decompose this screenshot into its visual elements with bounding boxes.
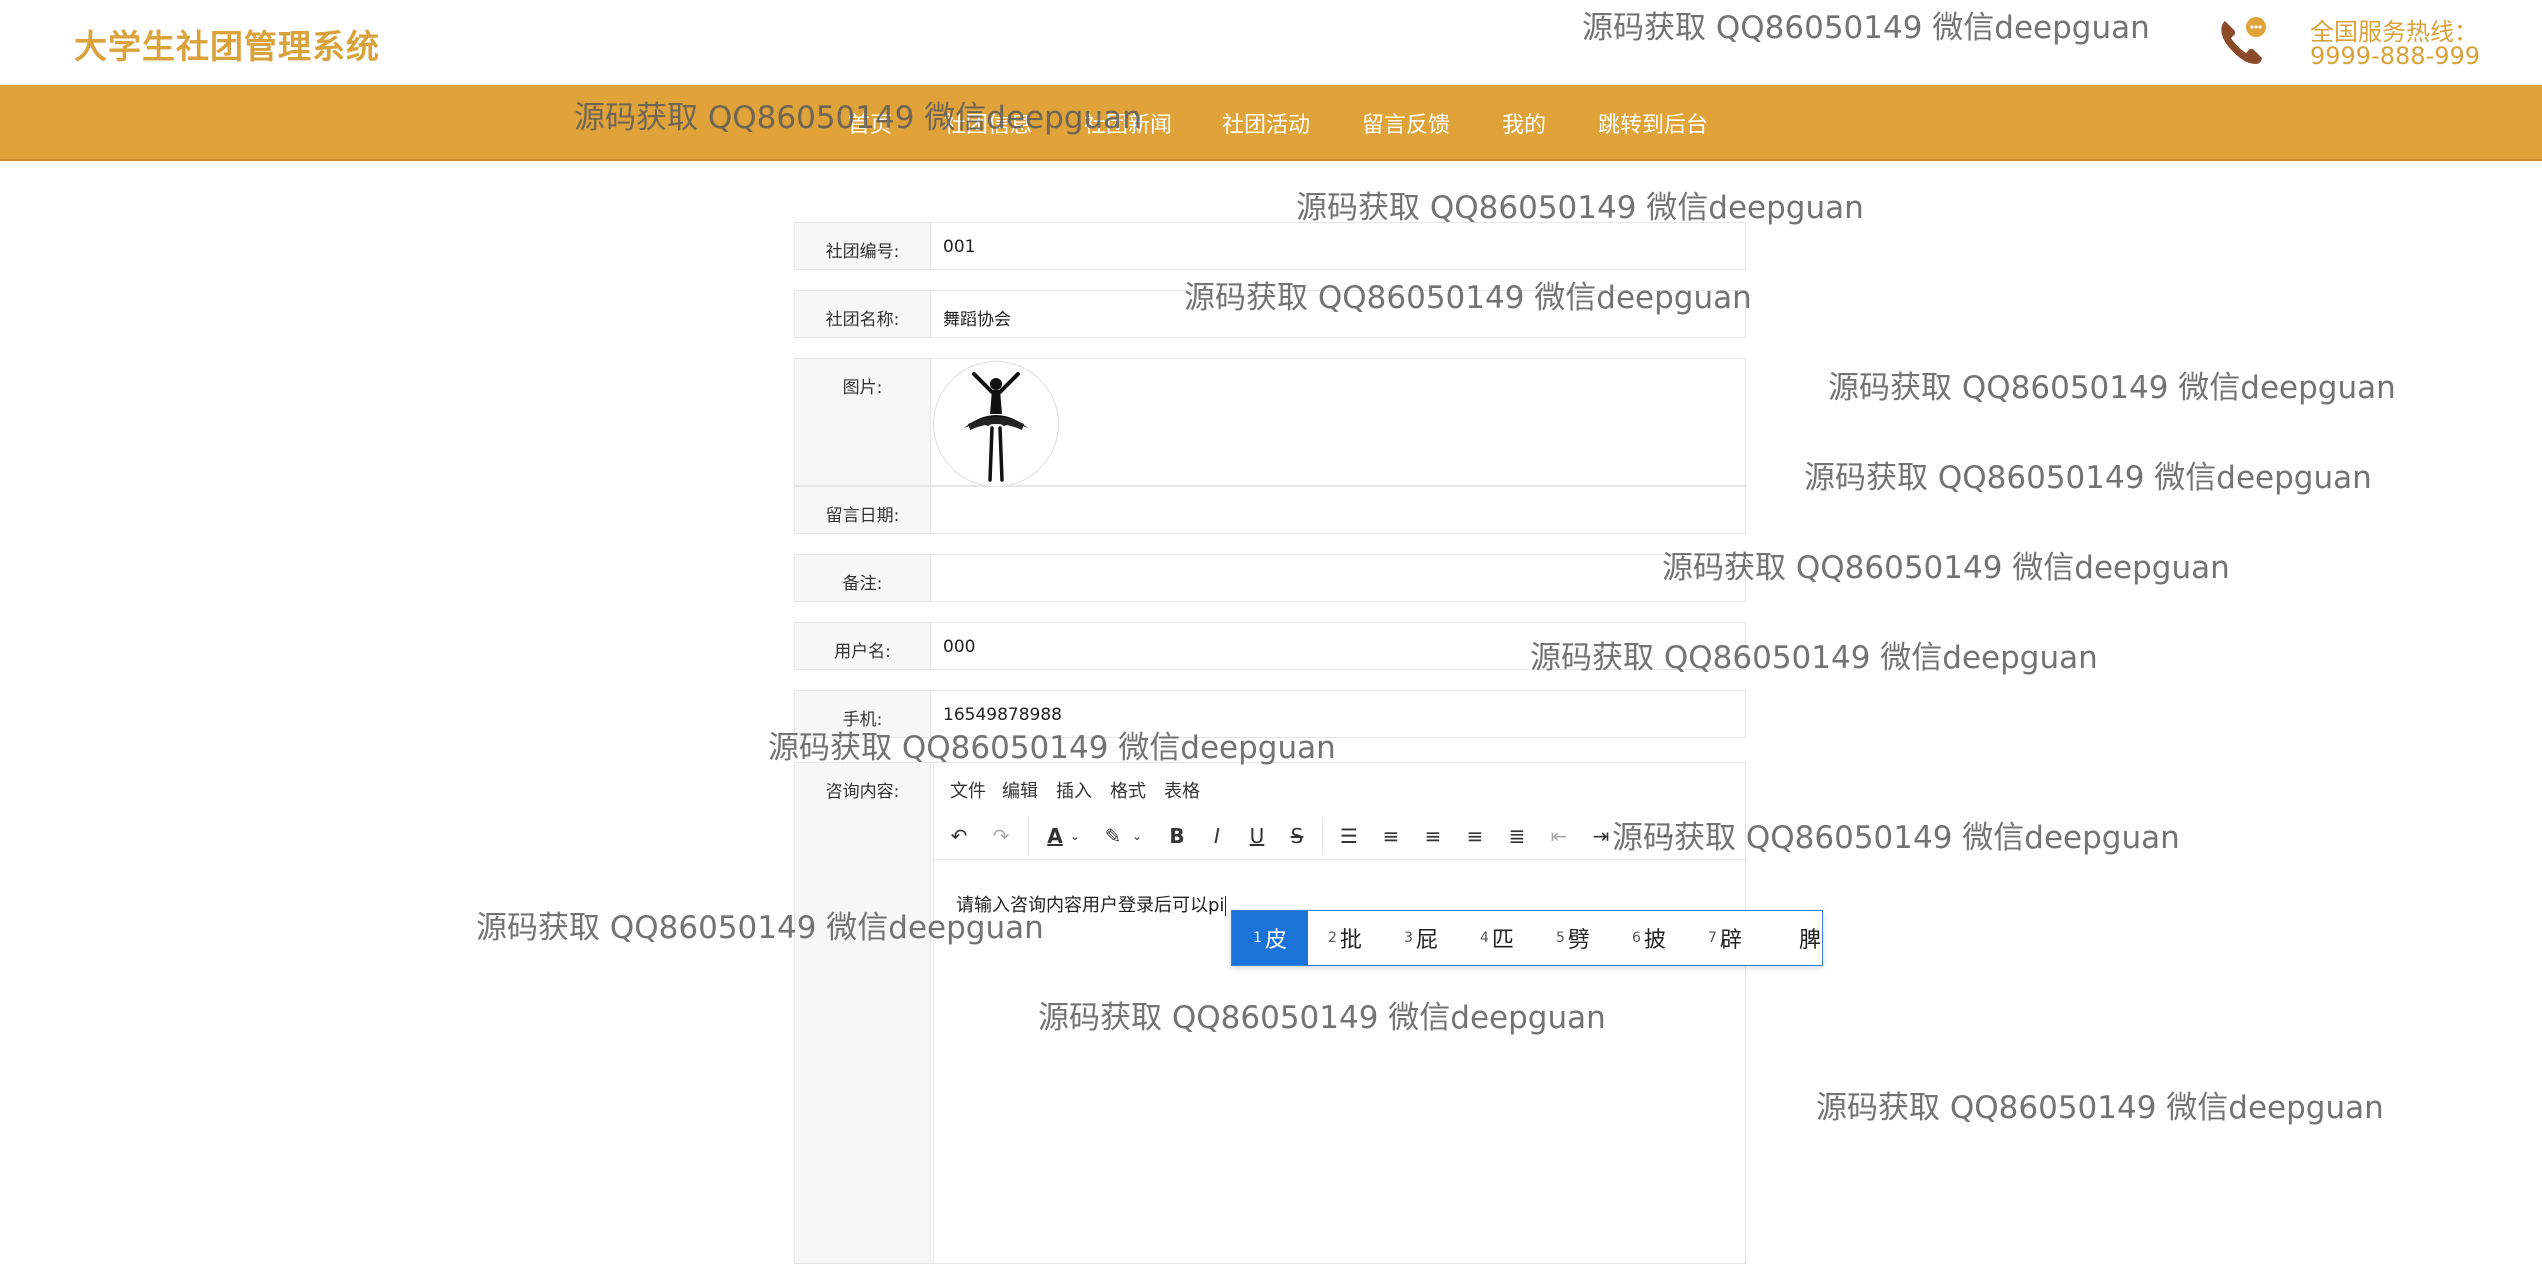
nav-item-home[interactable]: 首页 bbox=[848, 107, 892, 139]
site-header: 大学生社团管理系统 全国服务热线： 9999-888-999 bbox=[0, 0, 2542, 85]
username-value: 000 bbox=[943, 637, 976, 657]
phone-label: 手机: bbox=[795, 691, 931, 737]
ime-candidate-3[interactable]: 3屁 bbox=[1404, 911, 1438, 965]
indent-icon[interactable]: ⇥ bbox=[1584, 819, 1618, 853]
date-row: 留言日期: bbox=[794, 486, 1746, 534]
content-row: 咨询内容: 文件 编辑 插入 格式 表格 ↶ ↷ A ⌄ ✎ ⌄ B I U S bbox=[794, 762, 1746, 1264]
list-icon[interactable]: ☰ bbox=[1332, 819, 1366, 853]
menu-file[interactable]: 文件 bbox=[950, 777, 986, 803]
editor-content[interactable]: 请输入咨询内容用户登录后可以pi bbox=[956, 891, 1227, 917]
nav-item-club-info[interactable]: 社团信息 bbox=[944, 107, 1032, 139]
watermark-text: 源码获取 QQ86050149 微信deepguan bbox=[1804, 460, 2372, 496]
image-label: 图片: bbox=[795, 359, 931, 485]
remark-field[interactable] bbox=[933, 555, 1745, 601]
menu-table[interactable]: 表格 bbox=[1164, 777, 1200, 803]
align-right-icon[interactable]: ≡ bbox=[1458, 819, 1492, 853]
italic-icon[interactable]: I bbox=[1200, 819, 1234, 853]
highlight-dropdown-icon[interactable]: ⌄ bbox=[1128, 819, 1146, 853]
bold-icon[interactable]: B bbox=[1160, 819, 1194, 853]
phone-value: 16549878988 bbox=[943, 705, 1062, 725]
underline-icon[interactable]: U bbox=[1240, 819, 1274, 853]
date-field[interactable] bbox=[933, 487, 1745, 533]
rich-text-editor[interactable]: 文件 编辑 插入 格式 表格 ↶ ↷ A ⌄ ✎ ⌄ B I U S ☰ ≡ ≡… bbox=[933, 763, 1745, 1263]
editor-menubar: 文件 编辑 插入 格式 表格 bbox=[934, 763, 1745, 811]
content-label: 咨询内容: bbox=[795, 763, 931, 1263]
outdent-icon[interactable]: ⇤ bbox=[1542, 819, 1576, 853]
more-icon[interactable]: ··· bbox=[1648, 819, 1682, 853]
phone-row: 手机: 16549878988 bbox=[794, 690, 1746, 738]
ime-candidate-1[interactable]: 1皮 bbox=[1232, 911, 1308, 965]
club-id-label: 社团编号: bbox=[795, 223, 931, 269]
ime-candidate-7[interactable]: 7辟 bbox=[1708, 911, 1742, 965]
strikethrough-icon[interactable]: S bbox=[1280, 819, 1314, 853]
menu-format[interactable]: 格式 bbox=[1110, 777, 1146, 803]
nav-item-club-news[interactable]: 社团新闻 bbox=[1084, 107, 1172, 139]
watermark-text: 源码获取 QQ86050149 微信deepguan bbox=[1296, 190, 1864, 226]
image-row: 图片: bbox=[794, 358, 1746, 487]
menu-insert[interactable]: 插入 bbox=[1056, 777, 1092, 803]
watermark-text: 源码获取 QQ86050149 微信deepguan bbox=[1816, 1090, 2384, 1126]
nav-item-club-activities[interactable]: 社团活动 bbox=[1222, 107, 1310, 139]
ime-candidate-2[interactable]: 2批 bbox=[1328, 911, 1362, 965]
ime-candidate-5[interactable]: 5劈 bbox=[1556, 911, 1590, 965]
hotline-number: 9999-888-999 bbox=[2310, 42, 2481, 70]
date-label: 留言日期: bbox=[795, 487, 931, 533]
club-name-value: 舞蹈协会 bbox=[943, 310, 1011, 330]
club-name-label: 社团名称: bbox=[795, 291, 931, 337]
align-justify-icon[interactable]: ≣ bbox=[1500, 819, 1534, 853]
club-id-value: 001 bbox=[943, 237, 976, 257]
main-nav: 首页 社团信息 社团新闻 社团活动 留言反馈 我的 跳转到后台 bbox=[0, 85, 2542, 161]
menu-edit[interactable]: 编辑 bbox=[1002, 777, 1038, 803]
watermark-text: 源码获取 QQ86050149 微信deepguan bbox=[1662, 550, 2230, 586]
ime-candidate-bar: 1皮 2批 3屁 4匹 5劈 6披 7辟 脾 bbox=[1231, 910, 1823, 966]
phone-icon bbox=[2221, 17, 2266, 64]
ballerina-image bbox=[964, 372, 1028, 482]
text-color-dropdown-icon[interactable]: ⌄ bbox=[1066, 819, 1084, 853]
ime-candidate-6[interactable]: 6披 bbox=[1632, 911, 1666, 965]
club-image bbox=[933, 361, 1059, 487]
remark-label: 备注: bbox=[795, 555, 931, 601]
editor-toolbar: ↶ ↷ A ⌄ ✎ ⌄ B I U S ☰ ≡ ≡ ≡ ≣ ⇤ ⇥ ··· bbox=[934, 813, 1745, 860]
align-left-icon[interactable]: ≡ bbox=[1374, 819, 1408, 853]
nav-item-admin[interactable]: 跳转到后台 bbox=[1598, 107, 1708, 139]
username-label: 用户名: bbox=[795, 623, 931, 669]
site-logo[interactable]: 大学生社团管理系统 bbox=[74, 20, 380, 68]
club-name-row: 社团名称: 舞蹈协会 bbox=[794, 290, 1746, 338]
redo-icon[interactable]: ↷ bbox=[984, 819, 1018, 853]
watermark-text: 源码获取 QQ86050149 微信deepguan bbox=[1828, 370, 2396, 406]
align-center-icon[interactable]: ≡ bbox=[1416, 819, 1450, 853]
nav-item-feedback[interactable]: 留言反馈 bbox=[1362, 107, 1450, 139]
undo-icon[interactable]: ↶ bbox=[942, 819, 976, 853]
username-row: 用户名: 000 bbox=[794, 622, 1746, 670]
remark-row: 备注: bbox=[794, 554, 1746, 602]
highlight-icon[interactable]: ✎ bbox=[1096, 819, 1130, 853]
club-id-row: 社团编号: 001 bbox=[794, 222, 1746, 270]
ime-candidate-4[interactable]: 4匹 bbox=[1480, 911, 1514, 965]
nav-item-mine[interactable]: 我的 bbox=[1502, 107, 1546, 139]
ime-candidate-8[interactable]: 脾 bbox=[1796, 911, 1821, 965]
editor-content-text: 请输入咨询内容用户登录后可以pi bbox=[956, 895, 1225, 916]
text-caret bbox=[1225, 896, 1227, 916]
